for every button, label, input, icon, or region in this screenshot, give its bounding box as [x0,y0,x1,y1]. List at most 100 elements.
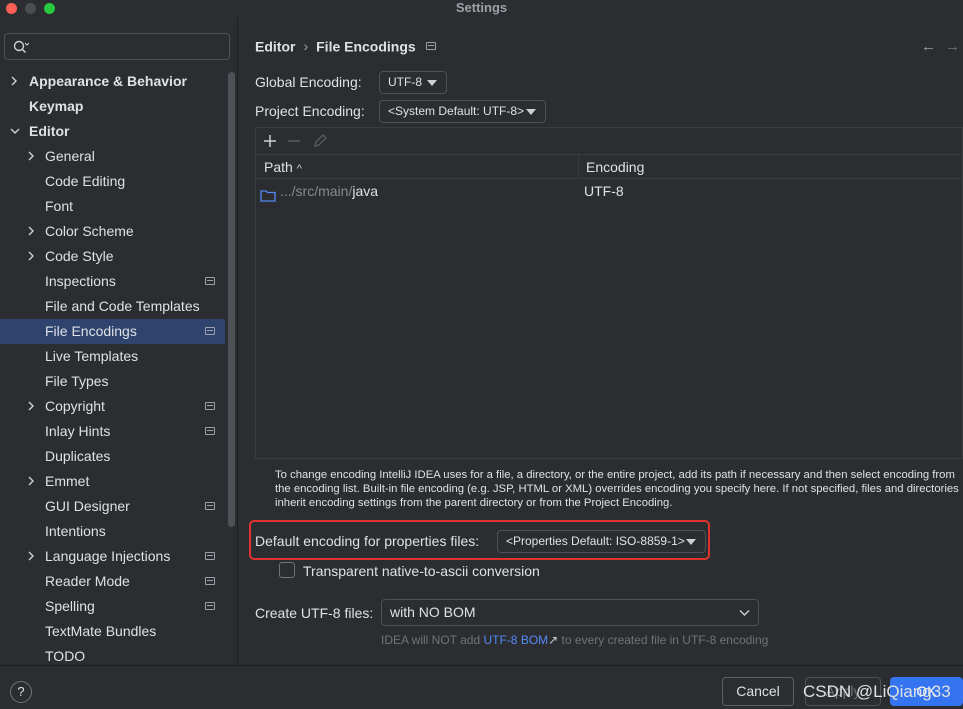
global-encoding-dropdown[interactable]: UTF-8 [379,71,447,94]
path-encoding-table: Path ^ Encoding .../src/main/java UTF-8 [255,127,963,459]
project-encoding-dropdown[interactable]: <System Default: UTF-8> [379,100,546,123]
chevron-right-icon[interactable] [27,219,39,244]
utf8-bom-link[interactable]: UTF-8 BOM [483,633,548,647]
sidebar-item-inlay-hints[interactable]: Inlay Hints [0,419,225,444]
native-to-ascii-label[interactable]: Transparent native-to-ascii conversion [303,563,540,579]
settings-tree: Appearance & Behavior Keymap Editor Gene… [0,69,225,665]
project-scope-icon [425,42,436,51]
global-encoding-label: Global Encoding: [255,74,362,90]
row-encoding-value[interactable]: UTF-8 [584,179,624,204]
window-title: Settings [455,0,508,15]
sidebar-item-todo[interactable]: TODO [0,644,225,665]
chevron-right-icon[interactable] [27,144,39,169]
dropdown-caret-icon [526,109,536,115]
sidebar-item-language-injections[interactable]: Language Injections [0,544,225,569]
sidebar-item-gui-designer[interactable]: GUI Designer [0,494,225,519]
sidebar-item-label: Duplicates [45,448,111,464]
sidebar-item-intentions[interactable]: Intentions [0,519,225,544]
project-scope-icon [205,577,215,585]
sidebar-item-label: Spelling [45,598,95,614]
sidebar-item-label: File Types [45,373,109,389]
bom-note: IDEA will NOT add UTF-8 BOM↗ to every cr… [381,633,768,647]
sidebar-scrollbar[interactable] [228,72,235,527]
project-scope-icon [205,402,215,410]
project-scope-icon [205,327,215,335]
table-toolbar [256,128,962,154]
properties-encoding-dropdown[interactable]: <Properties Default: ISO-8859-1> [497,530,706,553]
chevron-right-icon[interactable] [27,544,39,569]
search-input[interactable] [33,37,223,56]
help-button[interactable]: ? [10,681,32,703]
chevron-right-icon[interactable] [10,69,22,94]
sidebar-item-emmet[interactable]: Emmet [0,469,225,494]
table-row[interactable]: .../src/main/java UTF-8 [256,179,962,204]
encoding-help-text: To change encoding IntelliJ IDEA uses fo… [275,469,959,509]
sidebar-item-label: Reader Mode [45,573,130,589]
sidebar-item-label: GUI Designer [45,498,130,514]
create-utf8-dropdown[interactable]: with NO BOM [381,599,759,626]
add-icon[interactable] [260,131,280,151]
remove-icon[interactable] [284,131,304,151]
sidebar-item-code-editing[interactable]: Code Editing [0,169,225,194]
apply-button[interactable]: Apply [805,677,881,706]
settings-content: Editor › File Encodings ← → Global Encodin… [239,17,963,665]
sidebar-item-font[interactable]: Font [0,194,225,219]
folder-icon [260,185,276,210]
sidebar-item-live-templates[interactable]: Live Templates [0,344,225,369]
sidebar-item-file-types[interactable]: File Types [0,369,225,394]
back-arrow-icon[interactable]: ← [921,39,936,55]
sidebar-item-reader-mode[interactable]: Reader Mode [0,569,225,594]
sidebar-item-label: File Encodings [45,323,137,339]
ok-button[interactable]: OK [890,677,963,706]
sidebar-item-color-scheme[interactable]: Color Scheme [0,219,225,244]
global-encoding-value: UTF-8 [388,75,422,89]
sidebar-item-label: Inspections [45,273,116,289]
sidebar-item-keymap[interactable]: Keymap [0,94,225,119]
sidebar-item-label: Intentions [45,523,106,539]
cancel-button[interactable]: Cancel [722,677,794,706]
chevron-right-icon[interactable] [27,394,39,419]
properties-encoding-label: Default encoding for properties files: [255,533,480,549]
create-utf8-value: with NO BOM [390,604,476,620]
sidebar-item-copyright[interactable]: Copyright [0,394,225,419]
settings-search-box[interactable] [4,33,230,60]
sidebar-item-duplicates[interactable]: Duplicates [0,444,225,469]
sidebar-item-label: Inlay Hints [45,423,111,439]
sidebar-item-label: Copyright [45,398,105,414]
forward-arrow-icon[interactable]: → [945,39,960,55]
navigation-arrows: ← → [921,39,961,55]
sidebar-item-file-and-code-templates[interactable]: File and Code Templates [0,294,225,319]
breadcrumb: Editor › File Encodings [255,37,436,55]
sidebar-item-label: General [45,148,95,164]
sidebar-item-label: Color Scheme [45,223,134,239]
edit-pencil-icon[interactable] [310,131,330,151]
path-prefix: .../src/main/ [280,183,353,199]
sidebar-item-label: TODO [45,648,86,664]
breadcrumb-parent[interactable]: Editor [255,38,295,54]
sidebar-item-label: Font [45,198,74,214]
native-to-ascii-checkbox[interactable] [279,562,295,578]
chevron-down-icon[interactable] [10,119,22,144]
sidebar-item-code-style[interactable]: Code Style [0,244,225,269]
search-icon [13,40,29,54]
dropdown-caret-icon [686,539,696,545]
chevron-down-icon [739,610,750,616]
project-encoding-label: Project Encoding: [255,103,365,119]
project-encoding-value: <System Default: UTF-8> [388,104,525,118]
column-header-path[interactable]: Path ^ [264,155,302,181]
sidebar-item-label: Code Editing [45,173,126,189]
chevron-right-icon[interactable] [27,469,39,494]
sidebar-item-general[interactable]: General [0,144,225,169]
sidebar-item-spelling[interactable]: Spelling [0,594,225,619]
sidebar-item-textmate-bundles[interactable]: TextMate Bundles [0,619,225,644]
dialog-button-bar: ? Cancel Apply OK CSDN @LiQiang33 [0,665,963,709]
column-header-encoding[interactable]: Encoding [586,155,644,179]
project-scope-icon [205,602,215,610]
sidebar-item-editor[interactable]: Editor [0,119,225,144]
sidebar-item-label: Live Templates [45,348,139,364]
sidebar-item-file-encodings[interactable]: File Encodings [0,319,225,344]
chevron-right-icon[interactable] [27,244,39,269]
project-scope-icon [205,427,215,435]
sidebar-item-inspections[interactable]: Inspections [0,269,225,294]
sidebar-item-appearance-behavior[interactable]: Appearance & Behavior [0,69,225,94]
